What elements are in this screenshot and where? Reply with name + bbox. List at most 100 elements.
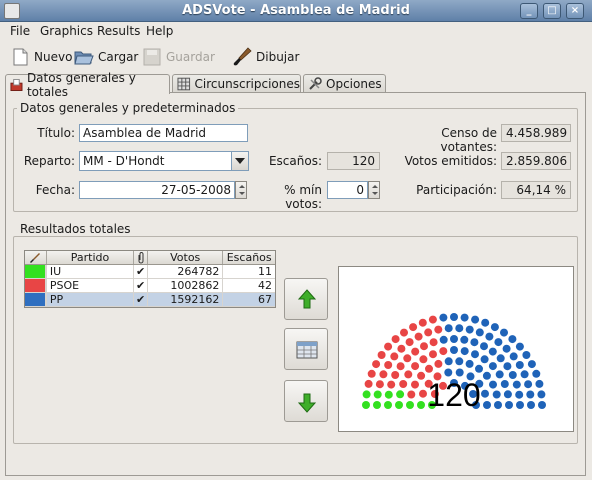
seats-cell[interactable]: 42 bbox=[223, 279, 275, 292]
reparto-select[interactable]: MM - D'Hondt bbox=[79, 151, 232, 171]
seat-pp bbox=[460, 335, 469, 344]
seat-pp bbox=[482, 371, 491, 380]
titulo-field[interactable]: Asamblea de Madrid bbox=[79, 124, 248, 142]
close-button[interactable]: × bbox=[566, 3, 584, 19]
include-checkbox[interactable]: ✔ bbox=[134, 279, 149, 292]
min-votos-field[interactable]: 0 bbox=[327, 181, 368, 199]
censo-value: 4.458.989 bbox=[501, 124, 571, 142]
party-color-swatch[interactable] bbox=[25, 293, 47, 306]
party-color-swatch[interactable] bbox=[25, 279, 47, 292]
tools-icon bbox=[309, 77, 322, 90]
seats-cell[interactable]: 11 bbox=[223, 265, 275, 278]
arrow-up-icon bbox=[297, 289, 317, 309]
seat-pp bbox=[526, 390, 535, 399]
menu-file[interactable]: File bbox=[10, 24, 30, 38]
menu-graphics[interactable]: Graphics bbox=[40, 24, 93, 38]
seat-pp bbox=[503, 390, 512, 399]
seat-psoe bbox=[404, 370, 413, 379]
reparto-label: Reparto: bbox=[23, 154, 75, 168]
seat-pp bbox=[450, 313, 458, 321]
chevron-down-icon[interactable] bbox=[231, 151, 249, 171]
seat-psoe bbox=[411, 362, 420, 371]
nuevo-button[interactable]: Nuevo bbox=[10, 46, 72, 68]
seat-psoe bbox=[372, 360, 381, 369]
seat-pp bbox=[516, 401, 524, 409]
party-name[interactable]: IU bbox=[47, 265, 135, 278]
party-color-swatch[interactable] bbox=[25, 265, 47, 278]
ballot-box-icon bbox=[10, 78, 23, 91]
seat-psoe bbox=[384, 361, 393, 369]
seat-pp bbox=[483, 401, 491, 409]
seat-iu bbox=[395, 401, 403, 409]
tab-opciones[interactable]: Opciones bbox=[303, 74, 386, 93]
table-header: Partido Votos Escaños bbox=[25, 251, 275, 265]
seat-pp bbox=[470, 338, 479, 347]
seats-cell[interactable]: 67 bbox=[223, 293, 275, 306]
participacion-label: Participación: bbox=[416, 183, 497, 197]
party-name[interactable]: PSOE bbox=[47, 279, 135, 292]
party-name[interactable]: PP bbox=[47, 293, 135, 306]
fecha-field[interactable]: 27-05-2008 bbox=[79, 181, 235, 199]
seat-psoe bbox=[397, 344, 406, 353]
table-body: IU ✔ 264782 11 PSOE ✔ 1002862 42 PP ✔ 1592162 67 bbox=[25, 265, 275, 307]
menu-results[interactable]: Results bbox=[97, 24, 140, 38]
table-grid-icon bbox=[177, 77, 191, 91]
maximize-button[interactable]: □ bbox=[543, 3, 561, 19]
votes-cell[interactable]: 264782 bbox=[148, 265, 224, 278]
seat-psoe bbox=[364, 379, 373, 388]
seat-pp bbox=[465, 359, 474, 368]
table-row[interactable]: PP ✔ 1592162 67 bbox=[25, 293, 275, 307]
cargar-button[interactable]: Cargar bbox=[74, 46, 138, 68]
escanos-label: Escaños: bbox=[268, 154, 322, 168]
seat-pp bbox=[439, 335, 448, 344]
include-checkbox[interactable]: ✔ bbox=[134, 265, 149, 278]
arrow-down-icon bbox=[297, 393, 317, 413]
paintbrush-icon[interactable] bbox=[25, 251, 47, 264]
seat-iu bbox=[373, 401, 381, 409]
emitidos-value: 2.859.806 bbox=[501, 152, 571, 170]
seat-total-label: 120 bbox=[427, 377, 480, 413]
seat-pp bbox=[481, 318, 490, 327]
seat-pp bbox=[475, 328, 484, 337]
move-up-button[interactable] bbox=[284, 278, 328, 320]
seat-psoe bbox=[429, 338, 438, 347]
seat-pp bbox=[475, 364, 483, 373]
minimize-button[interactable]: _ bbox=[520, 3, 538, 19]
title-bar[interactable]: ADSVote - Asamblea de Madrid _ □ × bbox=[0, 0, 592, 22]
include-checkbox[interactable]: ✔ bbox=[134, 293, 149, 306]
paperclip-icon[interactable] bbox=[134, 251, 149, 264]
seat-pp bbox=[471, 350, 479, 359]
fecha-spinner[interactable] bbox=[235, 181, 247, 199]
seat-pp bbox=[494, 338, 503, 347]
votes-cell[interactable]: 1002862 bbox=[148, 279, 224, 292]
min-votos-label: % mín votos: bbox=[284, 183, 322, 211]
col-partido[interactable]: Partido bbox=[47, 251, 135, 264]
seat-pp bbox=[481, 389, 489, 398]
seat-psoe bbox=[367, 369, 376, 378]
seat-psoe bbox=[379, 370, 388, 379]
escanos-value: 120 bbox=[327, 152, 380, 170]
table-row[interactable]: IU ✔ 264782 11 bbox=[25, 265, 275, 279]
guardar-button[interactable]: Guardar bbox=[142, 46, 215, 68]
seat-psoe bbox=[391, 371, 400, 379]
col-escanos[interactable]: Escaños bbox=[223, 251, 275, 264]
seat-iu bbox=[384, 390, 393, 399]
menu-help[interactable]: Help bbox=[146, 24, 173, 38]
parliament-chart: 120 bbox=[338, 266, 574, 432]
seat-pp bbox=[488, 347, 497, 356]
dibujar-button[interactable]: Dibujar bbox=[232, 46, 299, 68]
seat-psoe bbox=[417, 371, 426, 380]
min-votos-spinner[interactable] bbox=[368, 181, 380, 199]
toolbar: Nuevo Cargar Guardar Dibujar bbox=[0, 40, 592, 74]
seat-iu bbox=[373, 390, 382, 399]
votes-cell[interactable]: 1592162 bbox=[148, 293, 224, 306]
move-down-button[interactable] bbox=[284, 380, 328, 422]
tab-circunscripciones[interactable]: Circunscripciones bbox=[172, 74, 301, 93]
table-row[interactable]: PSOE ✔ 1002862 42 bbox=[25, 279, 275, 293]
tab-datos-generales[interactable]: Datos generales y totales bbox=[5, 71, 170, 99]
seat-psoe bbox=[403, 354, 412, 363]
col-votos[interactable]: Votos bbox=[148, 251, 224, 264]
edit-button[interactable] bbox=[284, 328, 328, 370]
results-table[interactable]: Partido Votos Escaños IU ✔ 264782 11 PSOE ✔ 10… bbox=[24, 250, 276, 308]
fecha-label: Fecha: bbox=[35, 183, 75, 197]
